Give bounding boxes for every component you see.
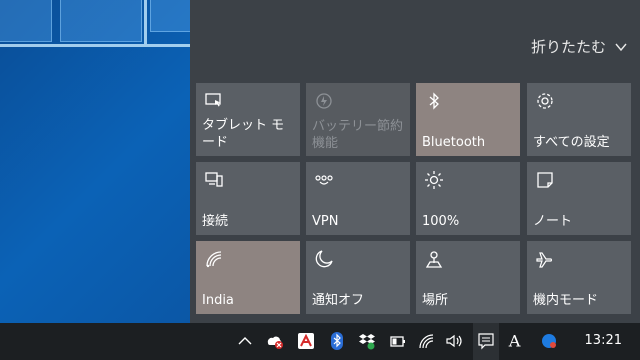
tile-label: Bluetooth: [422, 135, 486, 150]
tile-location[interactable]: 場所: [416, 241, 520, 314]
tile-label: 接続: [202, 214, 229, 229]
wifi-tray-icon[interactable]: [418, 332, 436, 350]
desktop-window-pane: [150, 0, 191, 32]
battery-icon[interactable]: [388, 332, 406, 350]
desktop-window-pane: [0, 0, 52, 42]
text-a-icon[interactable]: A: [506, 331, 524, 350]
tile-label: バッテリー節約機能: [312, 119, 404, 151]
tile-vpn[interactable]: VPN: [306, 162, 410, 235]
tile-tablet-mode[interactable]: タブレット モード: [196, 83, 300, 156]
profile-icon[interactable]: [540, 332, 558, 350]
connect-icon: [204, 170, 224, 190]
desktop-light-beam: [144, 0, 147, 44]
tile-airplane-mode[interactable]: 機内モード: [527, 241, 631, 314]
avira-icon[interactable]: [297, 332, 315, 350]
taskbar: A 13:21: [0, 323, 640, 360]
clock[interactable]: 13:21: [585, 333, 622, 348]
note-icon: [535, 170, 555, 190]
tile-note[interactable]: ノート: [527, 162, 631, 235]
location-icon: [424, 249, 444, 269]
tile-label: 機内モード: [533, 293, 599, 308]
onedrive-error-icon[interactable]: [266, 332, 284, 350]
dropbox-icon[interactable]: [358, 332, 376, 350]
desktop-light-beam: [0, 44, 191, 47]
desktop-background: [0, 0, 191, 323]
tile-wifi[interactable]: India: [196, 241, 300, 314]
tile-quiet-hours[interactable]: 通知オフ: [306, 241, 410, 314]
brightness-icon: [424, 170, 444, 190]
tile-bluetooth[interactable]: Bluetooth: [416, 83, 520, 156]
vpn-icon: [314, 170, 334, 190]
collapse-button[interactable]: 折りたたむ: [531, 36, 628, 57]
tile-label: VPN: [312, 214, 339, 229]
chevron-down-icon: [615, 43, 627, 51]
tile-label: 通知オフ: [312, 293, 365, 308]
desktop-window-pane: [60, 0, 142, 42]
tile-brightness[interactable]: 100%: [416, 162, 520, 235]
tile-label: India: [202, 293, 234, 308]
battery-saver-icon: [314, 91, 334, 111]
tile-label: ノート: [533, 214, 573, 229]
volume-icon[interactable]: [445, 332, 463, 350]
gear-icon: [535, 91, 555, 111]
tile-label: すべての設定: [533, 135, 610, 150]
tile-label: 100%: [422, 214, 460, 229]
tablet-mode-icon: [204, 91, 224, 111]
collapse-label: 折りたたむ: [530, 38, 606, 56]
svg-text:A: A: [508, 331, 521, 349]
bluetooth-icon: [424, 91, 444, 111]
tile-all-settings[interactable]: すべての設定: [527, 83, 631, 156]
tile-battery-saver[interactable]: バッテリー節約機能: [306, 83, 410, 156]
tile-connect[interactable]: 接続: [196, 162, 300, 235]
wifi-icon: [204, 249, 224, 269]
moon-icon: [314, 249, 334, 269]
tile-label: 場所: [422, 293, 449, 308]
airplane-icon: [535, 249, 555, 269]
bluetooth-tray-icon[interactable]: [328, 332, 346, 350]
action-center-panel: 折りたたむ タブレット モード バッテリー節約機能 Bluetooth すべての…: [190, 0, 640, 323]
action-center-button[interactable]: [473, 323, 499, 360]
action-center-icon: [478, 333, 494, 350]
tile-label: タブレット モード: [202, 118, 285, 150]
chevron-up-icon[interactable]: [236, 332, 254, 350]
